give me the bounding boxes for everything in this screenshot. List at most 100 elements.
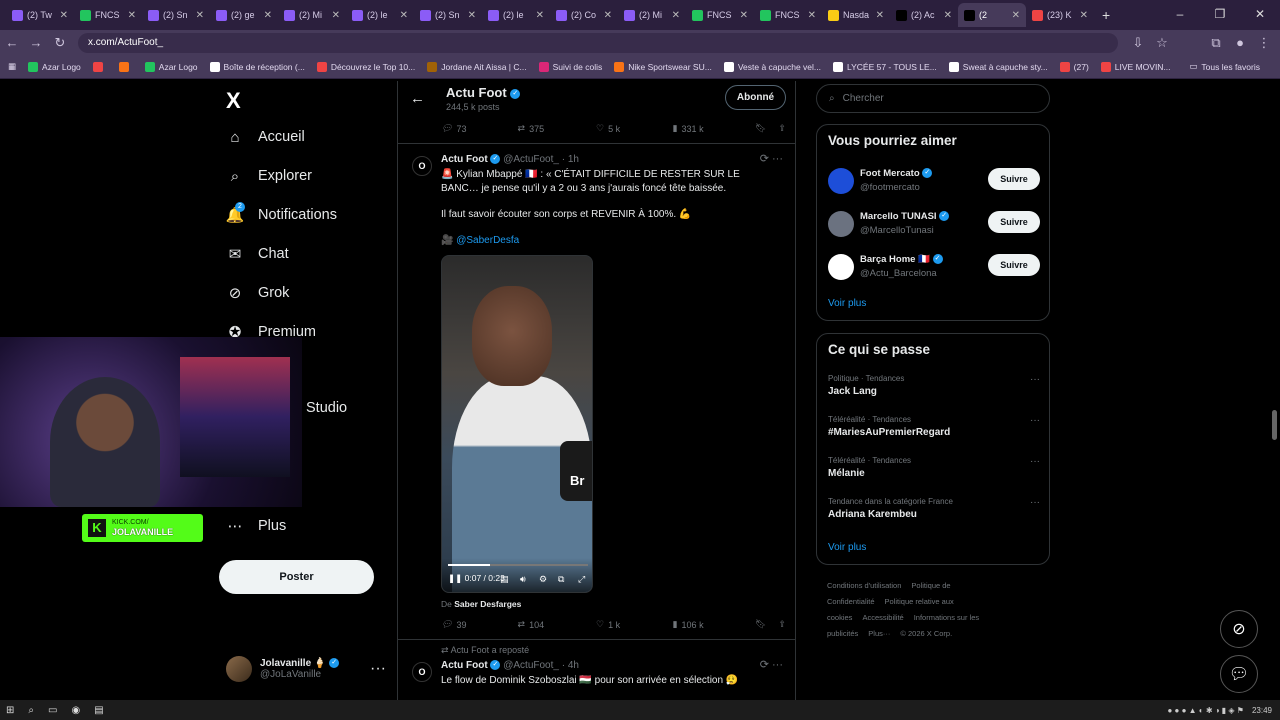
- browser-tab[interactable]: (2) Ac ✕: [890, 3, 958, 27]
- browser-tab[interactable]: (2) ge ✕: [210, 3, 278, 27]
- trend-item[interactable]: Tendance dans la catégorie France Adriana…: [828, 497, 1040, 520]
- like-button[interactable]: ♡ 5 k: [596, 123, 673, 134]
- trend-item[interactable]: Téléréalité · Tendances Mélanie ···: [828, 456, 1040, 479]
- bookmark-star-icon[interactable]: ☆: [1150, 35, 1174, 51]
- bookmark-item[interactable]: (27): [1059, 61, 1089, 72]
- bookmark-item[interactable]: Veste à capuche vel...: [723, 61, 821, 72]
- search-icon[interactable]: ⌕: [28, 705, 34, 716]
- browser-tab[interactable]: (2) Co ✕: [550, 3, 618, 27]
- bookmark-item[interactable]: LYCÉE 57 - TOUS LE...: [833, 61, 937, 72]
- repost-button[interactable]: ⇄ 104: [518, 619, 597, 630]
- video-progress-bar[interactable]: [448, 564, 588, 566]
- browser-tab[interactable]: (2) Tw ✕: [6, 3, 74, 27]
- captions-icon[interactable]: ▤: [500, 574, 509, 585]
- sidebar-item-grok[interactable]: ⊘ Grok: [226, 284, 290, 302]
- x-logo[interactable]: X: [226, 88, 241, 114]
- install-icon[interactable]: ⇩: [1126, 35, 1150, 51]
- chat-bubble-icon[interactable]: 💬︎: [1220, 655, 1258, 693]
- pip-icon[interactable]: ⧉: [558, 574, 564, 585]
- tab-close-icon[interactable]: ✕: [332, 10, 340, 21]
- pause-icon[interactable]: ❚❚: [448, 573, 462, 583]
- extensions-icon[interactable]: ⧉: [1204, 35, 1228, 51]
- bookmark-item[interactable]: LIVE MOVIN...: [1100, 61, 1171, 72]
- follow-button[interactable]: Suivre: [988, 254, 1040, 276]
- tab-close-icon[interactable]: ✕: [400, 10, 408, 21]
- browser-tab[interactable]: FNCS ✕: [686, 3, 754, 27]
- close-window-icon[interactable]: ✕: [1240, 0, 1280, 30]
- clock[interactable]: 23:49: [1252, 706, 1272, 715]
- share-icon[interactable]: ⇪: [778, 123, 786, 134]
- footer-link[interactable]: Accessibilité: [862, 613, 903, 622]
- tray-icons[interactable]: ● ● ● ▲ ◐ ✱ ◑ ▮ ◈ ⚑: [1167, 706, 1244, 715]
- show-more-link[interactable]: Voir plus: [828, 542, 866, 553]
- tab-close-icon[interactable]: ✕: [264, 10, 272, 21]
- browser-menu-icon[interactable]: ⋮: [1252, 35, 1276, 51]
- bookmark-item[interactable]: Sweat à capuche sty...: [948, 61, 1048, 72]
- views-button[interactable]: ▮ 106 k: [673, 619, 755, 630]
- browser-tab[interactable]: (2) le ✕: [346, 3, 414, 27]
- tweet-more-icon[interactable]: ⟳ ···: [760, 658, 783, 671]
- footer-link[interactable]: Plus···: [868, 629, 890, 638]
- suggestion-row[interactable]: Foot Mercato ✓ @footmercato Suivre: [828, 168, 1040, 200]
- reply-button[interactable]: 💬︎ 73: [441, 123, 518, 134]
- browser-tab[interactable]: (2) Sn ✕: [142, 3, 210, 27]
- tab-close-icon[interactable]: ✕: [876, 10, 884, 21]
- restore-icon[interactable]: ❐: [1200, 0, 1240, 30]
- sidebar-item-plus[interactable]: ⋯ Plus: [226, 517, 287, 535]
- author-handle[interactable]: @ActuFoot_: [503, 154, 559, 165]
- scrollbar[interactable]: [1272, 410, 1277, 440]
- author-avatar[interactable]: O: [412, 156, 432, 176]
- video-player[interactable]: Br ❚❚ 0:07 / 0:23 ▤ 🔊︎ ⚙ ⧉ ⤢: [441, 255, 593, 593]
- follow-button[interactable]: Suivre: [988, 168, 1040, 190]
- tab-close-icon[interactable]: ✕: [740, 10, 748, 21]
- bookmark-item[interactable]: Jordane Ait Aissa | C...: [427, 61, 527, 72]
- footer-link[interactable]: © 2026 X Corp.: [900, 629, 952, 638]
- trend-more-icon[interactable]: ···: [1030, 415, 1040, 426]
- trend-more-icon[interactable]: ···: [1030, 456, 1040, 467]
- suggestion-row[interactable]: Barça Home 🇫🇷 ✓ @Actu_Barcelona Suivre: [828, 254, 1040, 286]
- trend-more-icon[interactable]: ···: [1030, 497, 1040, 508]
- grok-icon[interactable]: ⊘: [1220, 610, 1258, 648]
- sidebar-item-chat[interactable]: ✉ Chat: [226, 245, 289, 263]
- back-arrow-icon[interactable]: ←: [410, 90, 425, 107]
- browser-tab[interactable]: (2 ✕: [958, 3, 1026, 27]
- all-bookmarks-folder[interactable]: ▭ Tous les favoris: [1189, 61, 1260, 72]
- sidebar-item-accueil[interactable]: ⌂ Accueil: [226, 128, 304, 146]
- bookmark-item[interactable]: Nike Sportswear SU...: [614, 61, 712, 72]
- browser-tab[interactable]: (23) K ✕: [1026, 3, 1094, 27]
- sidebar-item-notifications[interactable]: 🔔 2 Notifications: [226, 202, 337, 224]
- tab-close-icon[interactable]: ✕: [672, 10, 680, 21]
- browser-tab[interactable]: FNCS ✕: [74, 3, 142, 27]
- tab-close-icon[interactable]: ✕: [60, 10, 68, 21]
- author-name[interactable]: Actu Foot: [441, 154, 488, 165]
- reply-button[interactable]: 💬︎ 39: [441, 619, 518, 630]
- bookmark-item[interactable]: Suivi de colis: [538, 61, 602, 72]
- share-icon[interactable]: ⇪: [778, 619, 786, 630]
- author-handle[interactable]: @ActuFoot_: [503, 660, 559, 671]
- reload-icon[interactable]: ↻: [48, 35, 72, 51]
- settings-icon[interactable]: ⚙: [539, 574, 547, 585]
- fullscreen-icon[interactable]: ⤢: [578, 574, 585, 585]
- sidebar-item-explorer[interactable]: ⌕ Explorer: [226, 167, 312, 185]
- repost-button[interactable]: ⇄ 375: [518, 123, 597, 134]
- windows-start-icon[interactable]: ⊞: [6, 705, 14, 716]
- tab-close-icon[interactable]: ✕: [1012, 10, 1020, 21]
- tab-close-icon[interactable]: ✕: [944, 10, 952, 21]
- chrome-icon[interactable]: ◉: [71, 705, 80, 716]
- url-field[interactable]: x.com/ActuFoot_: [78, 32, 1118, 53]
- bookmark-icon[interactable]: 🔖︎: [755, 619, 766, 630]
- tab-close-icon[interactable]: ✕: [1080, 10, 1088, 21]
- profile-icon[interactable]: ●: [1228, 35, 1252, 50]
- tab-close-icon[interactable]: ✕: [468, 10, 476, 21]
- search-input[interactable]: ⌕ Chercher: [816, 84, 1050, 113]
- tab-close-icon[interactable]: ✕: [196, 10, 204, 21]
- bookmark-item[interactable]: Boîte de réception (...: [209, 61, 305, 72]
- bookmark-item[interactable]: Découvrez le Top 10...: [316, 61, 415, 72]
- mention-link[interactable]: @SaberDesfa: [456, 235, 519, 246]
- follow-button[interactable]: Suivre: [988, 211, 1040, 233]
- file-explorer-icon[interactable]: ▭: [48, 705, 57, 716]
- volume-icon[interactable]: 🔊︎: [520, 574, 526, 585]
- more-icon[interactable]: ···: [370, 660, 386, 678]
- minimize-icon[interactable]: –: [1160, 0, 1200, 30]
- forward-icon[interactable]: →: [24, 35, 48, 50]
